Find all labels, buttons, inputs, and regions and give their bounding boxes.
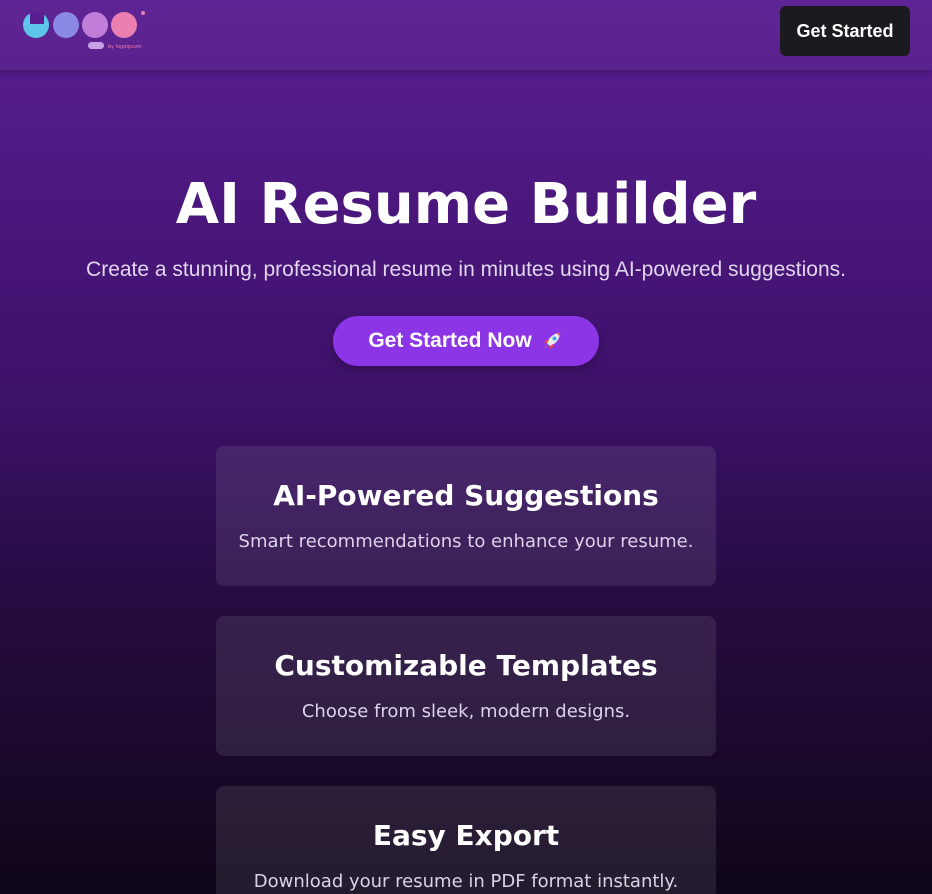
feature-description: Choose from sleek, modern designs. — [301, 701, 631, 722]
site-header: by logoipsum Get Started — [0, 0, 932, 70]
rocket-icon — [543, 332, 560, 349]
cta-label: Get Started Now — [368, 329, 532, 352]
get-started-now-button[interactable]: Get Started Now — [333, 316, 599, 366]
feature-title: Customizable Templates — [274, 649, 658, 682]
feature-card: Easy Export Download your resume in PDF … — [216, 786, 716, 894]
feature-description: Smart recommendations to enhance your re… — [238, 531, 694, 552]
feature-card: Customizable Templates Choose from sleek… — [216, 616, 716, 756]
hero-subtitle: Create a stunning, professional resume i… — [86, 258, 846, 281]
logo-caption: by logoipsum — [108, 44, 142, 50]
page-title: AI Resume Builder — [175, 172, 757, 237]
feature-card: AI-Powered Suggestions Smart recommendat… — [216, 446, 716, 586]
feature-title: AI-Powered Suggestions — [273, 479, 659, 512]
get-started-button[interactable]: Get Started — [780, 6, 910, 56]
logo[interactable]: by logoipsum — [22, 10, 148, 52]
feature-description: Download your resume in PDF format insta… — [253, 871, 679, 892]
feature-title: Easy Export — [372, 819, 560, 852]
